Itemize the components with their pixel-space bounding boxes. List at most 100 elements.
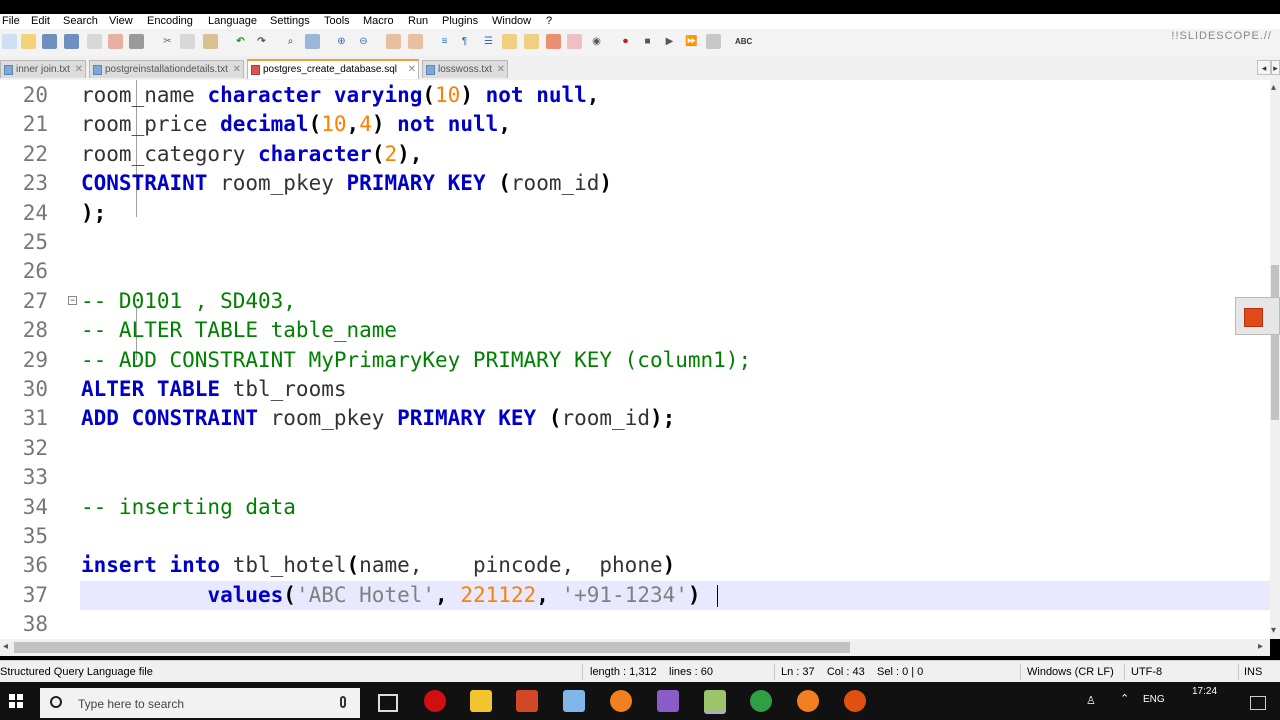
save-icon[interactable] <box>42 34 57 49</box>
zoom-in-icon[interactable]: ⊕ <box>334 34 349 49</box>
menu-run[interactable]: Run <box>408 15 428 27</box>
close-file-icon[interactable] <box>87 34 102 49</box>
close-icon[interactable]: ✕ <box>408 61 416 78</box>
vertical-scroll-thumb[interactable] <box>1271 265 1279 420</box>
indent-guide-icon[interactable]: ☰ <box>481 34 496 49</box>
menu-view[interactable]: View <box>109 15 133 27</box>
replace-icon[interactable] <box>305 34 320 49</box>
code-token: ( <box>283 582 296 607</box>
visual-studio-icon[interactable] <box>657 690 679 712</box>
folder-workspace-icon[interactable] <box>567 34 582 49</box>
menu-settings[interactable]: Settings <box>270 15 310 27</box>
line-number: 23 <box>22 171 48 196</box>
line-number: 30 <box>22 377 48 401</box>
line-number: 21 <box>22 112 48 137</box>
function-list-icon[interactable] <box>546 34 561 49</box>
menu-search[interactable]: Search <box>63 15 98 27</box>
undo-icon[interactable]: ↶ <box>233 34 248 49</box>
sync-horizontal-icon[interactable] <box>408 34 423 49</box>
udl-icon[interactable] <box>502 34 517 49</box>
save-macro-icon[interactable] <box>706 34 721 49</box>
firefox-icon[interactable] <box>610 690 632 712</box>
menu-language[interactable]: Language <box>208 15 257 27</box>
line-number-gutter: 20 21 22 23 24 25 26 27 28 29 30 31 32 33 34 35 36 37 38 <box>0 80 64 639</box>
stop-record-icon[interactable] <box>1244 308 1263 327</box>
close-all-icon[interactable] <box>108 34 123 49</box>
scroll-down-icon[interactable]: ▾ <box>1271 625 1276 636</box>
code-token: , <box>586 83 600 107</box>
microphone-icon[interactable] <box>340 696 346 708</box>
scroll-right-icon[interactable]: ▸ <box>1258 641 1263 652</box>
task-view-icon[interactable] <box>378 694 398 712</box>
line-number: 29 <box>22 347 48 372</box>
powerpoint-icon[interactable] <box>516 690 538 712</box>
vertical-scrollbar[interactable]: ▴ ▾ <box>1270 80 1280 639</box>
spell-check-icon[interactable]: ABC <box>735 34 752 49</box>
chevron-up-icon[interactable]: ⌃ <box>1120 692 1132 705</box>
line-number: 33 <box>22 465 48 490</box>
app-icon[interactable] <box>563 690 585 712</box>
monitoring-icon[interactable]: ◉ <box>589 34 604 49</box>
copy-icon[interactable] <box>180 34 195 49</box>
menu-edit[interactable]: Edit <box>31 15 50 27</box>
save-all-icon[interactable] <box>64 34 79 49</box>
print-icon[interactable] <box>129 34 144 49</box>
status-separator <box>1124 664 1125 680</box>
show-all-chars-icon[interactable]: ¶ <box>457 34 472 49</box>
find-icon[interactable]: ⌕ <box>283 34 298 49</box>
menu-window[interactable]: Window <box>492 15 531 27</box>
sync-vertical-icon[interactable] <box>386 34 401 49</box>
paste-icon[interactable] <box>203 34 218 49</box>
recorder-icon[interactable] <box>844 690 866 712</box>
record-macro-icon[interactable]: ⏺ <box>618 34 633 49</box>
tab-scroll-left-icon[interactable]: ◂ <box>1257 60 1271 75</box>
menu-macro[interactable]: Macro <box>363 15 394 27</box>
tab-postgreinstallationdetails[interactable]: postgreinstallationdetails.txt ✕ <box>89 60 244 78</box>
close-icon[interactable]: ✕ <box>497 61 505 78</box>
word-wrap-icon[interactable]: ≡ <box>437 34 452 49</box>
doc-map-icon[interactable] <box>524 34 539 49</box>
language-indicator[interactable]: ENG <box>1143 694 1165 705</box>
fold-toggle-icon[interactable]: − <box>68 296 77 305</box>
line-number: 32 <box>22 435 48 460</box>
tab-label: losswoss.txt <box>438 64 492 75</box>
code-token: ) <box>460 83 473 107</box>
notifications-icon[interactable] <box>1250 696 1266 710</box>
redo-icon[interactable]: ↷ <box>254 34 269 49</box>
open-file-icon[interactable] <box>21 34 36 49</box>
scroll-up-icon[interactable]: ▴ <box>1271 82 1276 93</box>
people-icon[interactable]: ♙ <box>1086 694 1098 707</box>
close-icon[interactable]: ✕ <box>233 61 241 78</box>
menu-plugins[interactable]: Plugins <box>442 15 478 27</box>
menu-file[interactable]: File <box>2 15 20 27</box>
windows-start-icon[interactable] <box>9 694 23 708</box>
close-icon[interactable]: ✕ <box>75 61 83 78</box>
cut-icon[interactable]: ✂ <box>160 34 175 49</box>
scroll-left-icon[interactable]: ◂ <box>3 641 8 652</box>
menu-help[interactable]: ? <box>546 15 552 27</box>
code-token: ( <box>548 406 562 431</box>
zoom-out-icon[interactable]: ⊖ <box>356 34 371 49</box>
tab-losswoss[interactable]: losswoss.txt ✕ <box>422 60 508 78</box>
tab-postgres-create-database[interactable]: postgres_create_database.sql ✕ <box>247 59 419 79</box>
stop-macro-icon[interactable]: ■ <box>640 34 655 49</box>
notepad-plus-plus-icon[interactable] <box>704 690 726 714</box>
code-editor[interactable]: 20 21 22 23 24 25 26 27 28 29 30 31 32 33 34 35 36 37 38 −… <box>0 80 1270 639</box>
taskbar-search-input[interactable]: Type here to search <box>40 688 360 718</box>
run-macro-multiple-icon[interactable]: ⏩ <box>684 34 699 49</box>
file-explorer-icon[interactable] <box>470 690 492 712</box>
play-macro-icon[interactable]: ▶ <box>662 34 677 49</box>
tab-scroll-right-icon[interactable]: ▸ <box>1271 60 1280 75</box>
menu-tools[interactable]: Tools <box>324 15 350 27</box>
taskbar-clock[interactable]: 17:24 <box>1192 686 1217 697</box>
tab-inner-join[interactable]: inner join.txt ✕ <box>0 60 86 78</box>
opera-icon[interactable] <box>424 690 446 712</box>
horizontal-scroll-thumb[interactable] <box>14 642 850 653</box>
floating-record-widget[interactable] <box>1235 297 1280 335</box>
horizontal-scrollbar[interactable]: ◂ ▸ <box>0 639 1270 656</box>
menu-encoding[interactable]: Encoding <box>147 15 193 27</box>
new-file-icon[interactable] <box>2 34 17 49</box>
firefox-icon-2[interactable] <box>797 690 819 712</box>
chrome-icon[interactable] <box>750 690 772 712</box>
